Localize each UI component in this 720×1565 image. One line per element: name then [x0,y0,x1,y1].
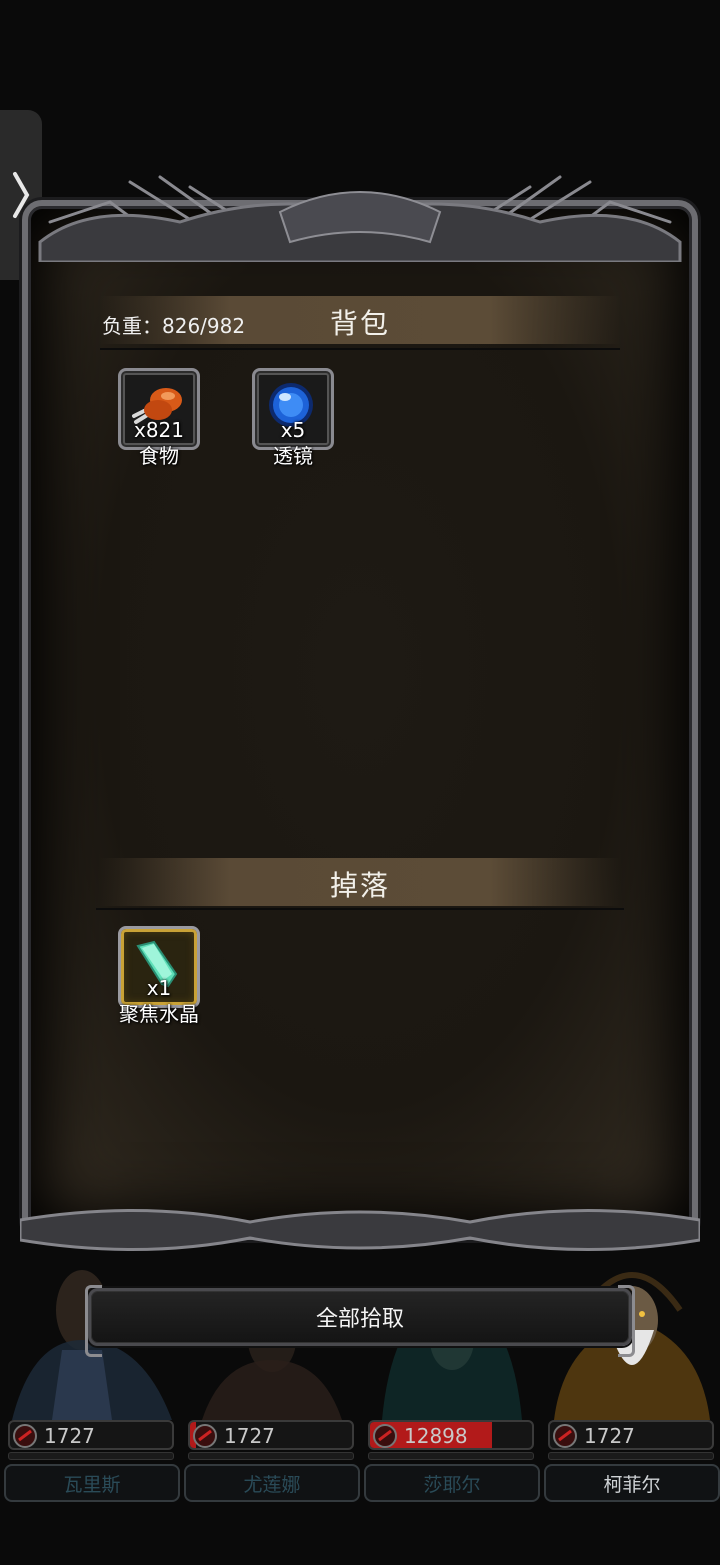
hero-name-plate: 尤莲娜 [184,1464,360,1502]
blood-drop-icon [13,1424,37,1448]
backpack-divider [100,348,620,350]
hp-bar: 12898 [368,1420,534,1450]
item-count: x821 [133,418,184,442]
item-name: 聚焦水晶 [119,1002,199,1026]
hp-value: 1727 [584,1424,635,1448]
item-food[interactable]: x821 食物 [116,368,202,468]
item-count: x1 [146,976,172,1000]
hp-value: 1727 [224,1424,275,1448]
hero-name-plate: 莎耶尔 [364,1464,540,1502]
hp-bar: 1727 [8,1420,174,1450]
hp-value: 12898 [404,1424,468,1448]
pickup-all-label: 全部拾取 [315,1307,404,1332]
pickup-all-button[interactable]: 全部拾取 [85,1285,635,1357]
blood-drop-icon [553,1424,577,1448]
item-name: 透镜 [273,444,313,468]
mp-bar [368,1452,534,1460]
inventory-panel [22,200,698,1240]
item-focus-crystal[interactable]: x1 聚焦水晶 [116,926,202,1026]
mp-bar [188,1452,354,1460]
carry-weight-label: 负重：826/982 [102,314,246,338]
item-count: x5 [280,418,306,442]
drops-title: 掉落 [329,869,390,902]
hp-bar: 1727 [548,1420,714,1450]
hero-name-plate: 柯菲尔 [544,1464,720,1502]
backpack-title: 背包 [329,307,390,340]
item-name: 食物 [139,444,179,468]
mp-bar [548,1452,714,1460]
hero-name-plate: 瓦里斯 [4,1464,180,1502]
mp-bar [8,1452,174,1460]
blood-drop-icon [373,1424,397,1448]
hp-bar: 1727 [188,1420,354,1450]
blood-drop-icon [193,1424,217,1448]
drops-divider [96,908,624,910]
hp-value: 1727 [44,1424,95,1448]
frame-crest-ornament [38,175,682,262]
item-lens[interactable]: x5 透镜 [250,368,336,468]
